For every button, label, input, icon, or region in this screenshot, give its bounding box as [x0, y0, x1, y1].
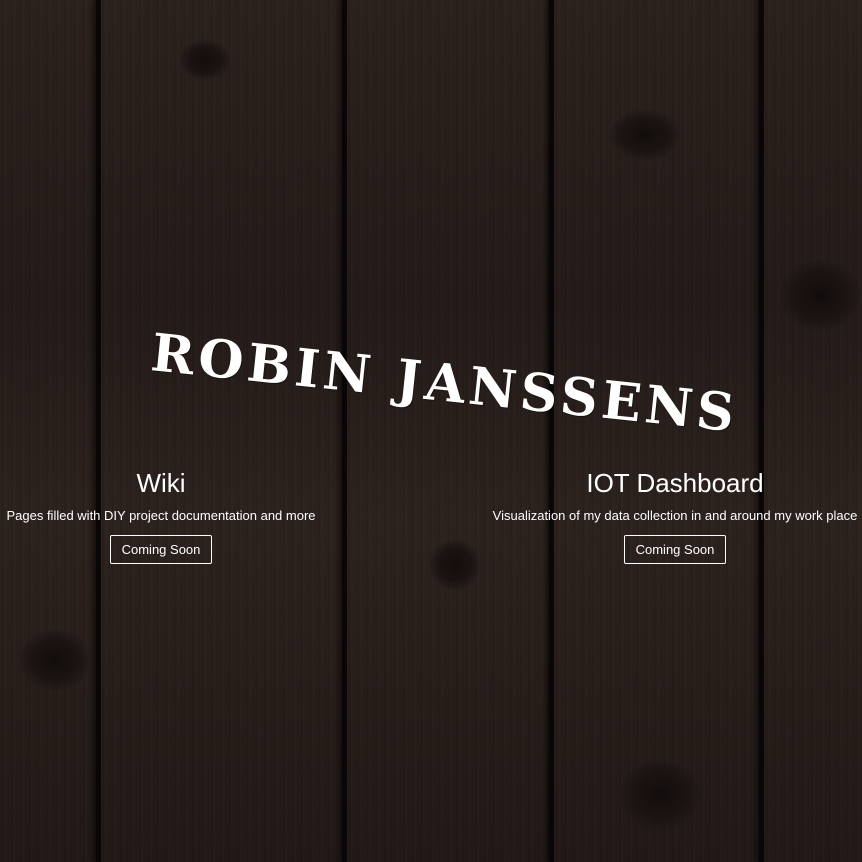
page-background: ROBIN JANSSENS Wiki Pages filled with DI… [0, 0, 862, 862]
card-title: IOT Dashboard [586, 468, 764, 498]
wiki-card: Wiki Pages filled with DIY project docum… [0, 466, 322, 564]
wood-knot [180, 40, 230, 80]
wood-knot [20, 630, 90, 690]
wood-knot [430, 540, 480, 590]
iot-dashboard-card: IOT Dashboard Visualization of my data c… [488, 466, 862, 564]
wood-knot [780, 260, 860, 330]
card-description: Visualization of my data collection in a… [492, 508, 858, 523]
wiki-coming-soon-button[interactable]: Coming Soon [109, 535, 213, 564]
card-description: Pages filled with DIY project documentat… [6, 508, 316, 523]
wood-knot [620, 760, 700, 830]
card-title: Wiki [136, 468, 186, 498]
wood-plank [0, 0, 98, 862]
wood-knot [610, 110, 680, 160]
wood-plank [101, 0, 344, 862]
iot-coming-soon-button[interactable]: Coming Soon [623, 535, 727, 564]
wood-plank [764, 0, 862, 862]
